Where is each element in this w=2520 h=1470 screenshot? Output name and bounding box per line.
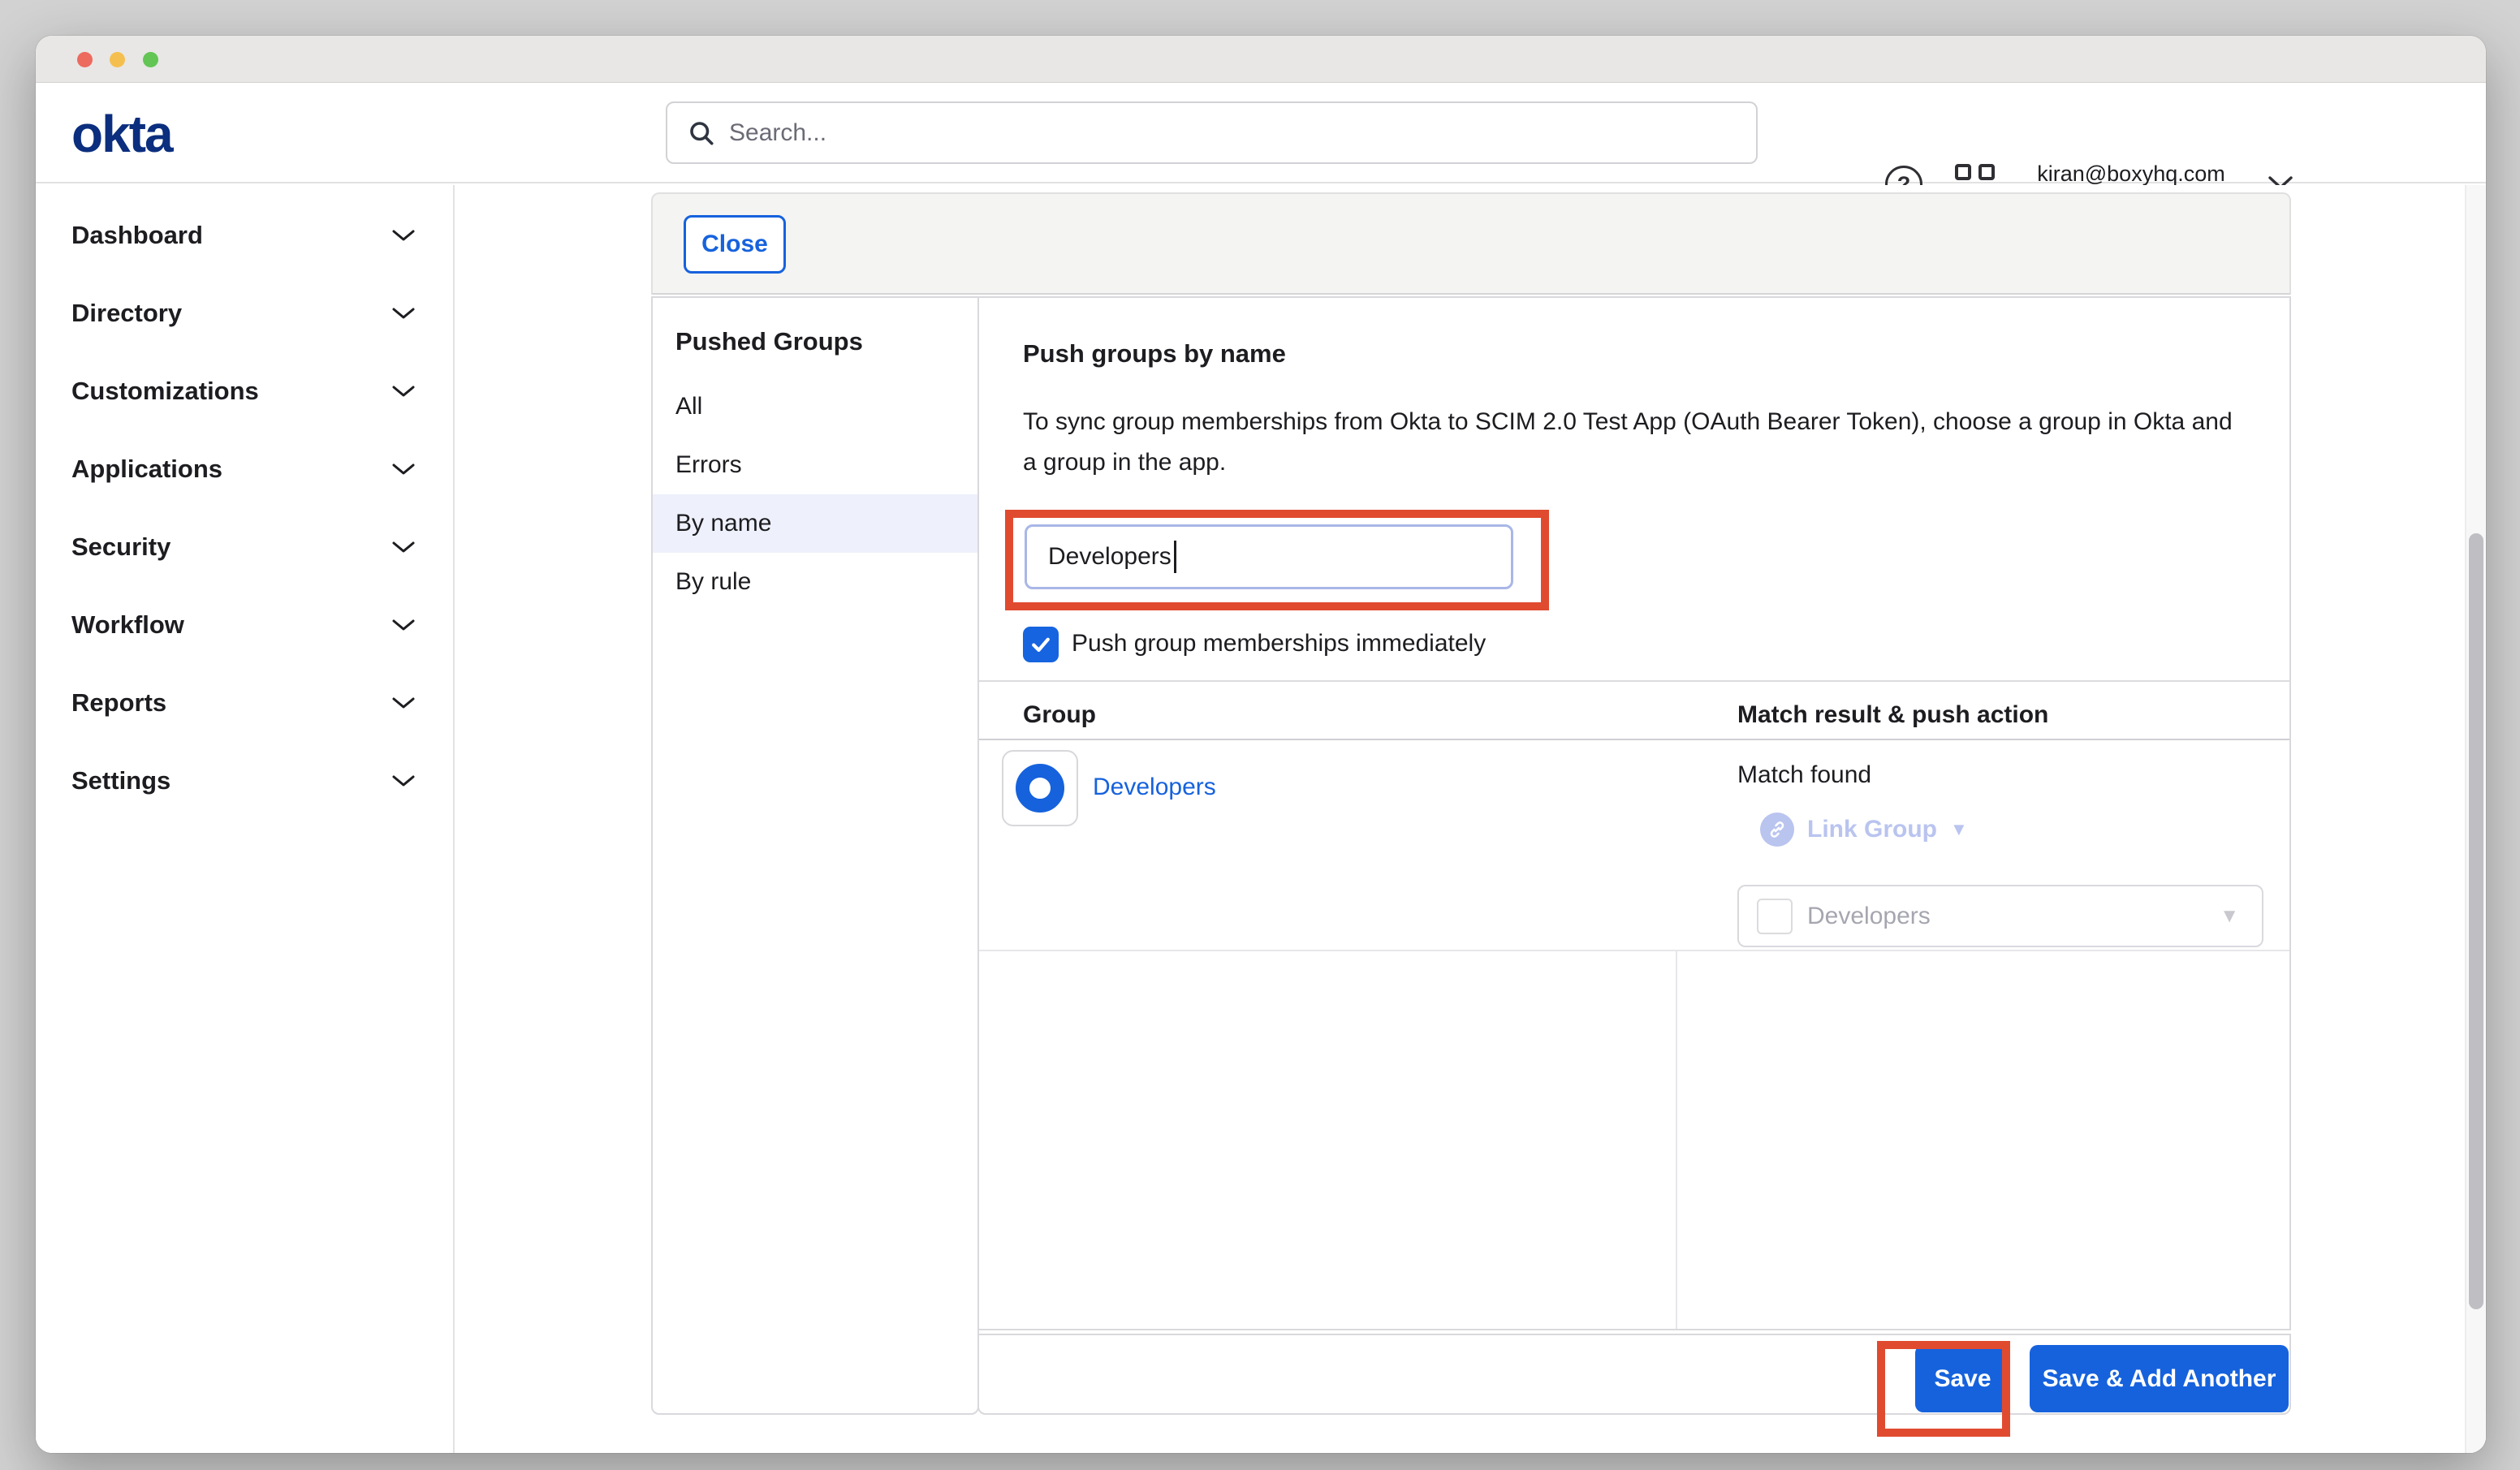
chevron-down-icon [391,696,416,710]
sidebar-item-directory[interactable]: Directory [36,274,453,352]
okta-logo: okta [71,104,172,164]
column-header-group: Group [1023,701,1096,729]
search-placeholder: Search... [729,119,826,147]
subnav-item-by-rule[interactable]: By rule [653,553,977,611]
sidebar-item-reports[interactable]: Reports [36,664,453,742]
push-immediately-checkbox[interactable] [1023,627,1059,662]
group-placeholder-icon [1757,899,1793,934]
scrollbar-thumb[interactable] [2469,533,2483,1309]
subnav-item-errors[interactable]: Errors [653,436,977,494]
dialog-footer: Save Save & Add Another [977,1334,2291,1415]
chevron-down-icon [391,618,416,632]
sidebar-item-dashboard[interactable]: Dashboard [36,196,453,274]
select-caret-down-icon: ▼ [2220,905,2239,928]
chevron-down-icon [391,384,416,399]
group-name-input[interactable]: Developers [1025,524,1513,589]
group-name-input-value: Developers [1048,543,1172,571]
match-status: Match found [1737,761,1871,789]
pushed-groups-subnav: Pushed Groups All Errors By name By rule [651,296,979,1415]
dialog-header: Close [651,192,2291,295]
group-name-link[interactable]: Developers [1093,774,1216,801]
link-group-label: Link Group [1807,816,1937,843]
linked-group-value: Developers [1807,903,1931,930]
column-header-match: Match result & push action [1737,701,2048,729]
form-title: Push groups by name [1023,339,1286,369]
sidebar-item-workflow[interactable]: Workflow [36,586,453,664]
chevron-down-icon [391,540,416,554]
sidebar-item-applications[interactable]: Applications [36,430,453,508]
top-nav: okta Search... ? kiran@boxyhq.com okta-d… [36,83,2486,183]
save-add-another-button[interactable]: Save & Add Another [2030,1345,2289,1412]
table-top-divider [979,680,2289,682]
chevron-down-icon [391,306,416,321]
user-email: kiran@boxyhq.com [2013,159,2249,188]
search-input[interactable]: Search... [666,101,1758,164]
window-zoom-icon[interactable] [143,52,158,67]
form-description: To sync group memberships from Okta to S… [1023,402,2241,483]
subnav-title: Pushed Groups [653,298,977,377]
push-groups-content: Push groups by name To sync group member… [977,296,2291,1330]
sidebar-item-customizations[interactable]: Customizations [36,352,453,430]
group-avatar [1002,750,1078,826]
window-titlebar [36,36,2486,83]
push-immediately-label: Push group memberships immediately [1072,630,1486,657]
close-button[interactable]: Close [684,215,786,274]
chevron-down-icon [391,774,416,788]
sidebar-nav: Dashboard Directory Customizations Appli… [36,185,455,1453]
window-close-icon[interactable] [77,52,93,67]
subnav-item-all[interactable]: All [653,377,977,436]
app-window: okta Search... ? kiran@boxyhq.com okta-d… [36,36,2486,1453]
sidebar-item-security[interactable]: Security [36,508,453,586]
search-icon [687,119,716,148]
group-donut-icon [1016,764,1064,813]
highlight-box-save-button [1877,1341,2010,1437]
link-icon [1760,813,1794,847]
scrollbar-track[interactable] [2465,185,2486,1453]
linked-group-select[interactable]: Developers ▼ [1737,885,2263,947]
table-header-divider [979,739,2289,740]
chevron-down-icon [391,462,416,476]
chevron-down-icon [391,228,416,243]
link-group-caret-down-icon: ▼ [1950,819,1968,840]
sidebar-item-settings[interactable]: Settings [36,742,453,820]
table-column-divider [1676,950,1677,1329]
subnav-item-by-name[interactable]: By name [653,494,977,553]
link-group-button[interactable]: Link Group ▼ [1760,813,1968,847]
table-row-divider [979,950,2289,951]
window-minimize-icon[interactable] [110,52,125,67]
text-cursor [1174,541,1176,573]
check-icon [1029,632,1053,657]
